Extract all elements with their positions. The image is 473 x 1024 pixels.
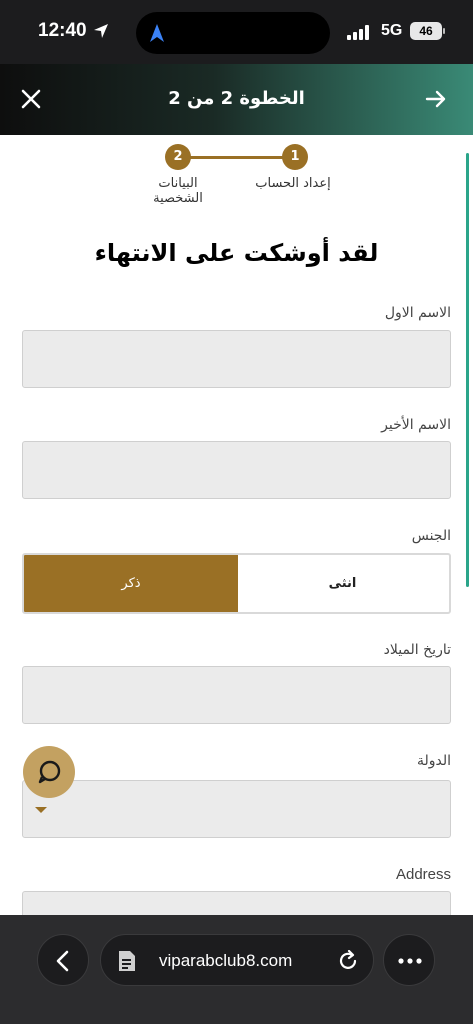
gender-toggle[interactable]: ذكر انثى [22,553,451,614]
battery-tip [443,28,445,34]
arrow-right-icon[interactable] [425,88,447,110]
step-connector [180,156,295,159]
step-1-dot: 1 [282,144,308,170]
browser-toolbar: viparabclub8.com [0,915,473,1024]
wizard-header: الخطوة 2 من 2 [0,64,473,135]
registration-page[interactable]: 2 1 البيانات الشخصية إعداد الحساب لقد أو… [0,135,473,915]
step-2-label: البيانات الشخصية [142,176,214,206]
gender-female-option[interactable]: انثى [236,555,449,612]
stepper: 2 1 البيانات الشخصية إعداد الحساب [0,140,473,210]
step-2-dot: 2 [165,144,191,170]
address-bar[interactable]: viparabclub8.com [100,934,374,986]
first-name-label: الاسم الاول [384,305,451,321]
more-button[interactable] [383,934,435,986]
last-name-input[interactable] [22,441,451,499]
back-button[interactable] [37,934,89,986]
network-type: 5G [381,22,403,39]
dob-input[interactable] [22,666,451,724]
location-arrow-icon [94,24,108,38]
status-time: 12:40 [38,20,87,41]
address-input[interactable] [22,891,451,915]
step-2-label-line2: الشخصية [153,191,203,206]
battery-icon: 46 [410,22,442,40]
gender-label: الجنس [411,528,451,544]
address-label: Address [395,866,451,883]
chevron-left-icon [56,950,69,972]
chevron-down-icon[interactable] [35,807,47,813]
country-label: الدولة [416,753,451,769]
more-icon [398,958,422,964]
reload-icon[interactable] [337,950,359,972]
signal-icon [347,24,373,40]
navigation-icon [150,24,164,42]
step-2-label-line1: البيانات [158,176,198,191]
dynamic-island [136,12,330,54]
chat-button[interactable] [23,746,75,798]
last-name-label: الاسم الأخير [381,417,451,433]
step-1-label: إعداد الحساب [255,176,331,191]
url-text: viparabclub8.com [159,951,293,970]
page-settings-icon[interactable] [117,950,137,972]
dob-label: تاريخ الميلاد [383,642,451,658]
first-name-input[interactable] [22,330,451,388]
scrollbar[interactable] [466,153,469,587]
form-heading: لقد أوشكت على الانتهاء [94,239,379,267]
step-title: الخطوة 2 من 2 [168,88,305,109]
country-select[interactable] [22,780,451,838]
status-bar: 12:40 5G 46 [0,0,473,64]
chat-bubble-icon [38,760,61,784]
gender-male-option[interactable]: ذكر [24,555,238,612]
